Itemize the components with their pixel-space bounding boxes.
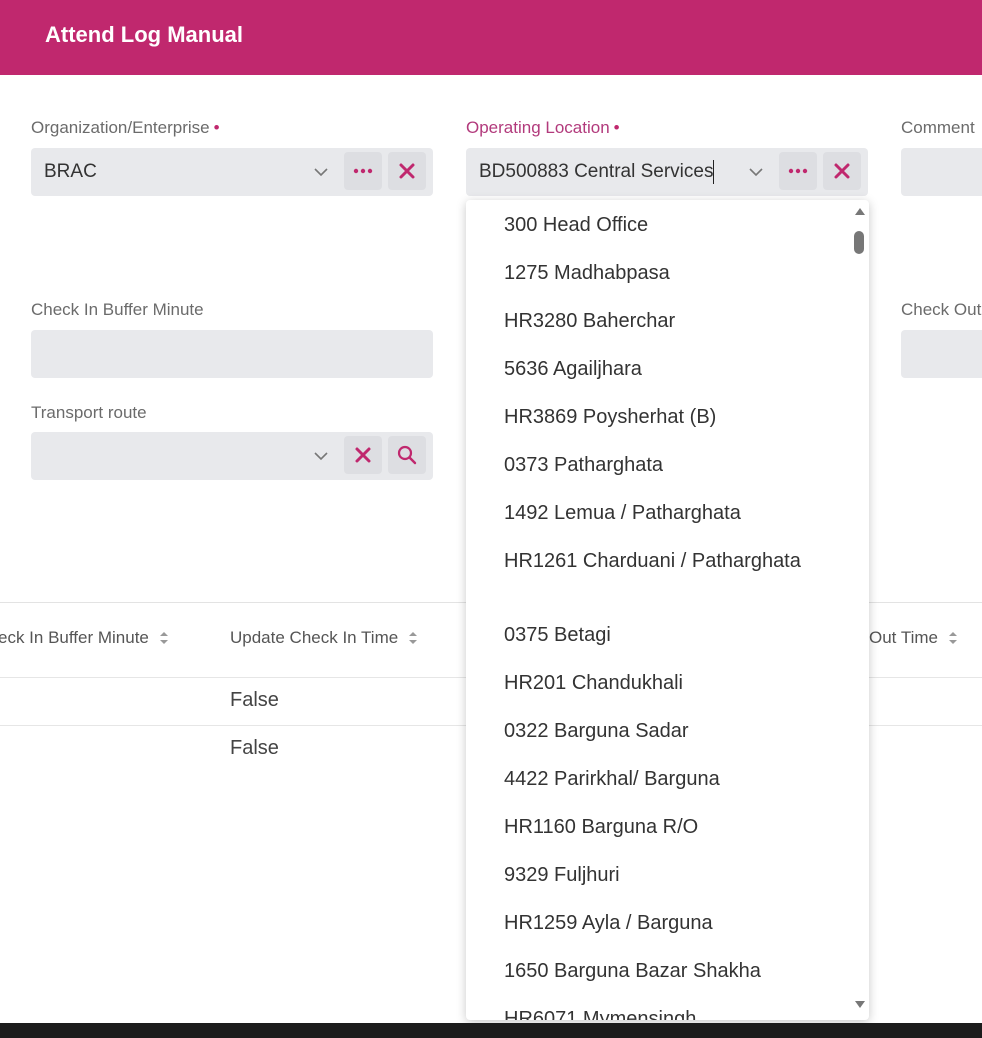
dropdown-option[interactable]: 0375 Betagi bbox=[466, 610, 846, 658]
dropdown-option[interactable]: HR1259 Ayla / Barguna bbox=[466, 898, 846, 946]
checkin-buffer-input[interactable] bbox=[31, 330, 433, 378]
chevron-down-icon[interactable] bbox=[313, 448, 329, 464]
dropdown-option[interactable]: 1275 Madhabpasa bbox=[466, 248, 846, 296]
app-header: Attend Log Manual bbox=[0, 0, 982, 75]
dropdown-option[interactable]: 5636 Agailjhara bbox=[466, 344, 846, 392]
transport-search-button[interactable] bbox=[388, 436, 426, 474]
search-icon bbox=[397, 445, 417, 465]
sort-icon bbox=[409, 632, 418, 644]
required-marker: • bbox=[213, 118, 220, 137]
dropdown-option[interactable]: 300 Head Office bbox=[466, 200, 846, 248]
transport-select[interactable] bbox=[31, 432, 433, 480]
dropdown-option[interactable]: HR201 Chandukhali bbox=[466, 658, 846, 706]
org-select[interactable]: BRAC bbox=[31, 148, 433, 196]
checkout-label: Check Out bbox=[901, 300, 982, 319]
dropdown-option[interactable]: 0322 Barguna Sadar bbox=[466, 706, 846, 754]
column-header-update-check-in-time[interactable]: Update Check In Time bbox=[230, 628, 418, 648]
close-icon bbox=[399, 163, 415, 179]
location-label: Operating Location • bbox=[466, 118, 620, 138]
column-header-label: Out Time bbox=[869, 628, 938, 647]
dropdown-option[interactable]: HR6071 Mymensingh bbox=[466, 994, 846, 1020]
dropdown-option[interactable]: 1492 Lemua / Patharghata bbox=[466, 488, 846, 536]
page-title: Attend Log Manual bbox=[45, 22, 243, 47]
close-icon bbox=[834, 163, 850, 179]
table-cell-update-check-in-time: False bbox=[230, 689, 279, 711]
checkin-buffer-label: Check In Buffer Minute bbox=[31, 300, 204, 319]
org-label-text: Organization/Enterprise bbox=[31, 118, 210, 137]
table-cell-update-check-in-time: False bbox=[230, 737, 279, 759]
dropdown-option[interactable]: HR1160 Barguna R/O bbox=[466, 802, 846, 850]
dropdown-option[interactable]: HR1261 Charduani / Patharghata bbox=[466, 536, 846, 610]
transport-label: Transport route bbox=[31, 403, 147, 422]
dropdown-option[interactable]: 9329 Fuljhuri bbox=[466, 850, 846, 898]
dropdown-option[interactable]: 0373 Patharghata bbox=[466, 440, 846, 488]
column-header-label: Update Check In Time bbox=[230, 628, 399, 647]
org-label: Organization/Enterprise • bbox=[31, 118, 220, 138]
transport-clear-button[interactable] bbox=[344, 436, 382, 474]
org-value: BRAC bbox=[44, 161, 97, 182]
dropdown-option[interactable]: HR3280 Baherchar bbox=[466, 296, 846, 344]
dropdown-option[interactable]: 4422 Parirkhal/ Barguna bbox=[466, 754, 846, 802]
chevron-down-icon[interactable] bbox=[748, 164, 764, 180]
sort-icon bbox=[948, 632, 957, 644]
checkout-field[interactable] bbox=[901, 330, 982, 378]
sort-icon bbox=[159, 632, 168, 644]
dropdown-options: 300 Head Office 1275 Madhabpasa HR3280 B… bbox=[466, 200, 846, 1020]
close-icon bbox=[355, 447, 371, 463]
column-header-label: eck In Buffer Minute bbox=[0, 628, 149, 647]
scrollbar-thumb[interactable] bbox=[854, 231, 864, 254]
column-header-out-time[interactable]: Out Time bbox=[869, 628, 958, 648]
location-select[interactable]: BD500883 Central Services bbox=[466, 148, 868, 196]
column-header-checkin-buffer[interactable]: eck In Buffer Minute bbox=[0, 628, 169, 648]
location-clear-button[interactable] bbox=[823, 152, 861, 190]
text-caret bbox=[713, 160, 714, 184]
more-dots-icon bbox=[788, 168, 808, 174]
org-more-button[interactable] bbox=[344, 152, 382, 190]
comment-label: Comment bbox=[901, 118, 975, 137]
dropdown-option[interactable]: HR3869 Poysherhat (B) bbox=[466, 392, 846, 440]
dropdown-option[interactable]: 1650 Barguna Bazar Shakha bbox=[466, 946, 846, 994]
scroll-up-arrow-icon[interactable] bbox=[855, 208, 865, 215]
location-more-button[interactable] bbox=[779, 152, 817, 190]
scroll-down-arrow-icon[interactable] bbox=[855, 1001, 865, 1008]
chevron-down-icon[interactable] bbox=[313, 164, 329, 180]
location-dropdown-list[interactable]: 300 Head Office 1275 Madhabpasa HR3280 B… bbox=[466, 200, 869, 1020]
bottom-bar bbox=[0, 1023, 982, 1038]
org-clear-button[interactable] bbox=[388, 152, 426, 190]
comment-field[interactable] bbox=[901, 148, 982, 196]
required-marker: • bbox=[613, 118, 620, 137]
location-value: BD500883 Central Services bbox=[479, 161, 714, 182]
more-dots-icon bbox=[353, 168, 373, 174]
location-label-text: Operating Location bbox=[466, 118, 610, 137]
